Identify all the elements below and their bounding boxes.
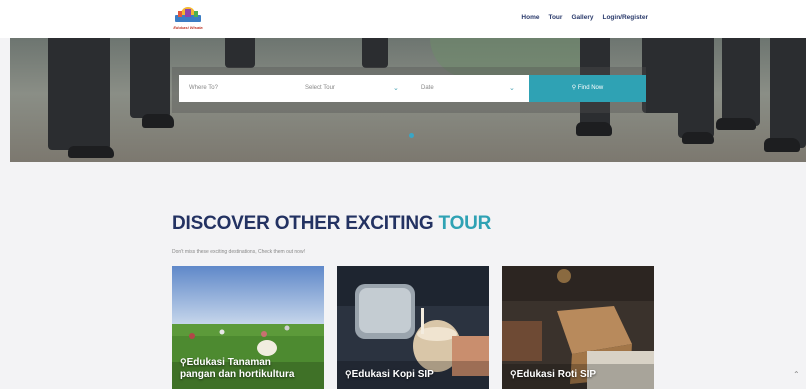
card-label: ⚲Edukasi Kopi SIP xyxy=(345,368,434,381)
find-now-label: Find Now xyxy=(577,85,604,91)
search-icon: ⚲ xyxy=(571,85,577,91)
hero-leg xyxy=(130,38,170,118)
hero-leg xyxy=(362,38,388,68)
tour-card-tanaman[interactable]: ⚲Edukasi Tanaman pangan dan hortikultura xyxy=(172,266,324,389)
search-bar: Where To? Select Tour ⌄ Date ⌄ ⚲ Find No… xyxy=(172,67,646,113)
where-to-input[interactable]: Where To? xyxy=(189,75,299,102)
chevron-down-icon: ⌄ xyxy=(509,85,515,92)
date-input[interactable]: Date xyxy=(421,75,511,102)
card-label: ⚲Edukasi Tanaman pangan dan hortikultura xyxy=(180,356,294,381)
logo-text: Edukasi Wisata xyxy=(173,25,203,30)
carousel-indicator[interactable] xyxy=(409,133,414,138)
map-pin-icon: ⚲ xyxy=(345,369,352,379)
map-pin-icon: ⚲ xyxy=(180,357,187,367)
hero-shoe xyxy=(576,122,612,136)
find-now-button[interactable]: ⚲ Find Now xyxy=(529,75,646,102)
nav-home[interactable]: Home xyxy=(521,14,539,21)
tour-card-roti[interactable]: ⚲Edukasi Roti SIP xyxy=(502,266,654,389)
section-title-accent: TOUR xyxy=(438,213,492,234)
chevron-down-icon: ⌄ xyxy=(393,85,399,92)
card-title-line1: Edukasi Roti SIP xyxy=(516,369,597,380)
section-title: DISCOVER OTHER EXCITING TOUR xyxy=(172,213,491,235)
header: Edukasi Wisata Home Tour Gallery Login/R… xyxy=(0,0,806,38)
select-tour-dropdown[interactable]: Select Tour xyxy=(305,75,405,102)
card-title-line1: Edukasi Kopi SIP xyxy=(351,369,434,380)
hero-shoe xyxy=(682,132,714,144)
section-subtitle: Don't miss these exciting destinations, … xyxy=(172,249,305,255)
page: Edukasi Wisata Home Tour Gallery Login/R… xyxy=(0,0,806,389)
nav-login-register[interactable]: Login/Register xyxy=(602,14,648,21)
nav-gallery[interactable]: Gallery xyxy=(571,14,593,21)
card-label: ⚲Edukasi Roti SIP xyxy=(510,368,596,381)
hero-shoe xyxy=(142,114,174,128)
hero-leg xyxy=(225,38,255,68)
hero-leg xyxy=(770,38,806,148)
nav-tour[interactable]: Tour xyxy=(548,14,562,21)
logo-icon xyxy=(175,7,201,22)
section-title-main: DISCOVER OTHER EXCITING xyxy=(172,213,439,234)
hero-shoe xyxy=(68,146,114,158)
scroll-top-icon[interactable]: ⌃ xyxy=(793,370,800,379)
main-nav: Home Tour Gallery Login/Register xyxy=(521,14,648,21)
hero-leg xyxy=(48,38,110,150)
hero-shoe xyxy=(764,138,800,152)
tour-card-kopi[interactable]: ⚲Edukasi Kopi SIP xyxy=(337,266,489,389)
card-title-line1: Edukasi Tanaman xyxy=(186,357,271,368)
search-fields: Where To? Select Tour ⌄ Date ⌄ xyxy=(179,75,529,102)
site-logo[interactable]: Edukasi Wisata xyxy=(170,5,206,33)
map-pin-icon: ⚲ xyxy=(510,369,517,379)
hero-leg xyxy=(678,38,714,138)
hero-leg xyxy=(722,38,760,126)
hero-shoe xyxy=(716,118,756,130)
card-title-line2: pangan dan hortikultura xyxy=(180,369,295,380)
